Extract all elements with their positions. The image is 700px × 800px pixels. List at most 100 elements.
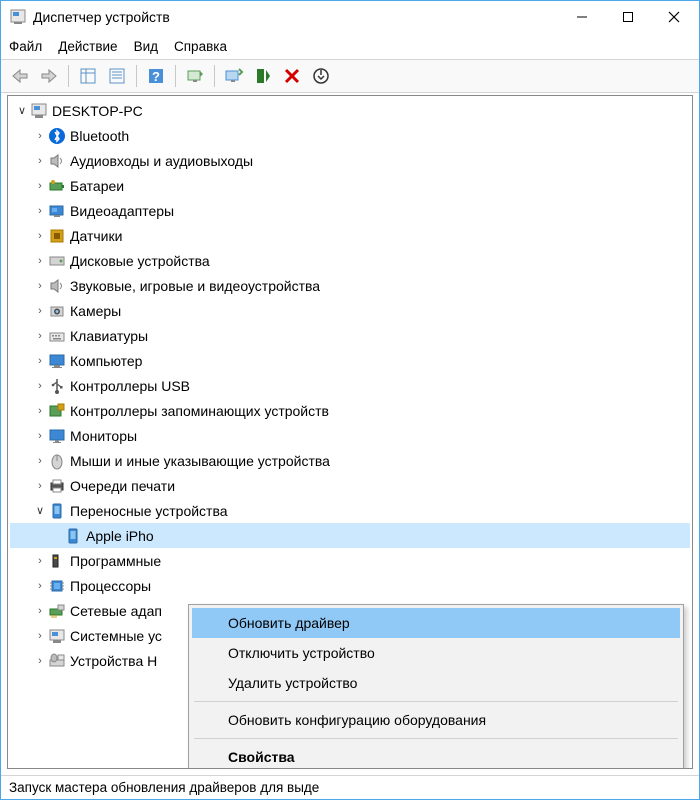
help-button[interactable]: ? [143,63,169,89]
expander-icon[interactable]: › [32,330,48,342]
context-separator [194,701,678,702]
uninstall-device-button[interactable] [279,63,305,89]
tree-root-label: DESKTOP-PC [52,103,143,119]
expander-icon[interactable]: › [32,305,48,317]
tree-item-label: Контроллеры запоминающих устройств [70,403,329,419]
expander-icon[interactable]: ∨ [32,504,48,517]
tree-item-sound-devices[interactable]: › Звуковые, игровые и видеоустройства [10,273,690,298]
context-properties[interactable]: Свойства [192,742,680,769]
tree-item-label: Переносные устройства [70,503,228,519]
expander-icon[interactable]: › [32,280,48,292]
forward-button[interactable] [36,63,62,89]
tree-item-processors[interactable]: › Процессоры [10,573,690,598]
tree-item-usb-controllers[interactable]: › Контроллеры USB [10,373,690,398]
close-button[interactable] [651,2,697,32]
context-item-label: Удалить устройство [228,675,357,691]
expander-icon[interactable]: › [32,205,48,217]
network-adapter-icon [48,602,66,620]
expander-icon[interactable]: › [32,130,48,142]
expander-icon[interactable]: › [32,380,48,392]
expander-icon[interactable]: › [32,405,48,417]
expander-icon[interactable]: › [32,355,48,367]
menu-file[interactable]: Файл [9,39,42,54]
expander-icon[interactable]: › [32,630,48,642]
tree-item-label: Программные [70,553,161,569]
expander-icon[interactable]: › [32,430,48,442]
expander-icon[interactable]: › [32,230,48,242]
tree-item-print-queues[interactable]: › Очереди печати [10,473,690,498]
scan-hardware-button[interactable] [182,63,208,89]
tree-item-keyboards[interactable]: › Клавиатуры [10,323,690,348]
tree-item-storage-controllers[interactable]: › Контроллеры запоминающих устройств [10,398,690,423]
expander-icon[interactable]: › [32,255,48,267]
update-driver-button[interactable] [221,63,247,89]
tree-item-label: Батареи [70,178,124,194]
menu-help[interactable]: Справка [174,39,227,54]
context-update-driver[interactable]: Обновить драйвер [192,608,680,638]
battery-icon [48,177,66,195]
expander-icon[interactable]: › [32,605,48,617]
context-item-label: Свойства [228,749,295,765]
window-title: Диспетчер устройств [33,9,559,25]
device-tree-panel: ∨ DESKTOP-PC › Bluetooth › Аудиовходы и … [7,95,693,769]
tree-item-monitors[interactable]: › Мониторы [10,423,690,448]
toolbar-separator [68,65,69,87]
tree-item-cameras[interactable]: › Камеры [10,298,690,323]
expander-icon[interactable]: › [32,555,48,567]
tree-item-software-devices[interactable]: › Программные [10,548,690,573]
tree-root[interactable]: ∨ DESKTOP-PC [10,98,690,123]
titlebar: Диспетчер устройств [1,1,699,33]
context-disable-device[interactable]: Отключить устройство [192,638,680,668]
properties-button[interactable] [104,63,130,89]
tree-item-computer[interactable]: › Компьютер [10,348,690,373]
mouse-icon [48,452,66,470]
disable-device-button[interactable] [250,63,276,89]
expander-icon[interactable]: › [32,580,48,592]
keyboard-icon [48,327,66,345]
expander-icon[interactable]: › [32,455,48,467]
expander-icon[interactable]: › [32,480,48,492]
menu-view[interactable]: Вид [134,39,158,54]
usb-icon [48,377,66,395]
device-tree[interactable]: ∨ DESKTOP-PC › Bluetooth › Аудиовходы и … [8,96,692,675]
statusbar: Запуск мастера обновления драйверов для … [1,775,699,799]
expander-icon[interactable]: › [32,155,48,167]
window-controls [559,2,697,32]
tree-item-label: Звуковые, игровые и видеоустройства [70,278,320,294]
context-uninstall-device[interactable]: Удалить устройство [192,668,680,698]
tree-item-audio-inputs[interactable]: › Аудиовходы и аудиовыходы [10,148,690,173]
tree-item-apple-iphone[interactable]: Apple iPho [10,523,690,548]
tree-item-portable-devices[interactable]: ∨ Переносные устройства [10,498,690,523]
tree-item-bluetooth[interactable]: › Bluetooth [10,123,690,148]
show-hide-tree-button[interactable] [75,63,101,89]
context-item-label: Отключить устройство [228,645,375,661]
context-item-label: Обновить конфигурацию оборудования [228,712,486,728]
maximize-button[interactable] [605,2,651,32]
context-scan-hardware[interactable]: Обновить конфигурацию оборудования [192,705,680,735]
minimize-button[interactable] [559,2,605,32]
tree-item-label: Сетевые адап [70,603,162,619]
tree-item-mice[interactable]: › Мыши и иные указывающие устройства [10,448,690,473]
software-device-icon [48,552,66,570]
toolbar-separator [136,65,137,87]
tree-item-label: Клавиатуры [70,328,148,344]
back-button[interactable] [7,63,33,89]
expander-icon[interactable]: ∨ [14,104,30,117]
hid-icon [48,652,66,670]
tree-item-label: Очереди печати [70,478,175,494]
tree-item-batteries[interactable]: › Батареи [10,173,690,198]
tree-item-sensors[interactable]: › Датчики [10,223,690,248]
toolbar-separator [214,65,215,87]
tree-item-disk-drives[interactable]: › Дисковые устройства [10,248,690,273]
expander-icon[interactable]: › [32,180,48,192]
menu-action[interactable]: Действие [58,39,117,54]
expander-icon[interactable]: › [32,655,48,667]
portable-device-icon [64,527,82,545]
tree-item-display-adapters[interactable]: › Видеоадаптеры [10,198,690,223]
monitor-icon [48,352,66,370]
enable-device-button[interactable] [308,63,334,89]
sensor-icon [48,227,66,245]
system-device-icon [48,627,66,645]
computer-icon [30,102,48,120]
tree-item-label: Датчики [70,228,122,244]
